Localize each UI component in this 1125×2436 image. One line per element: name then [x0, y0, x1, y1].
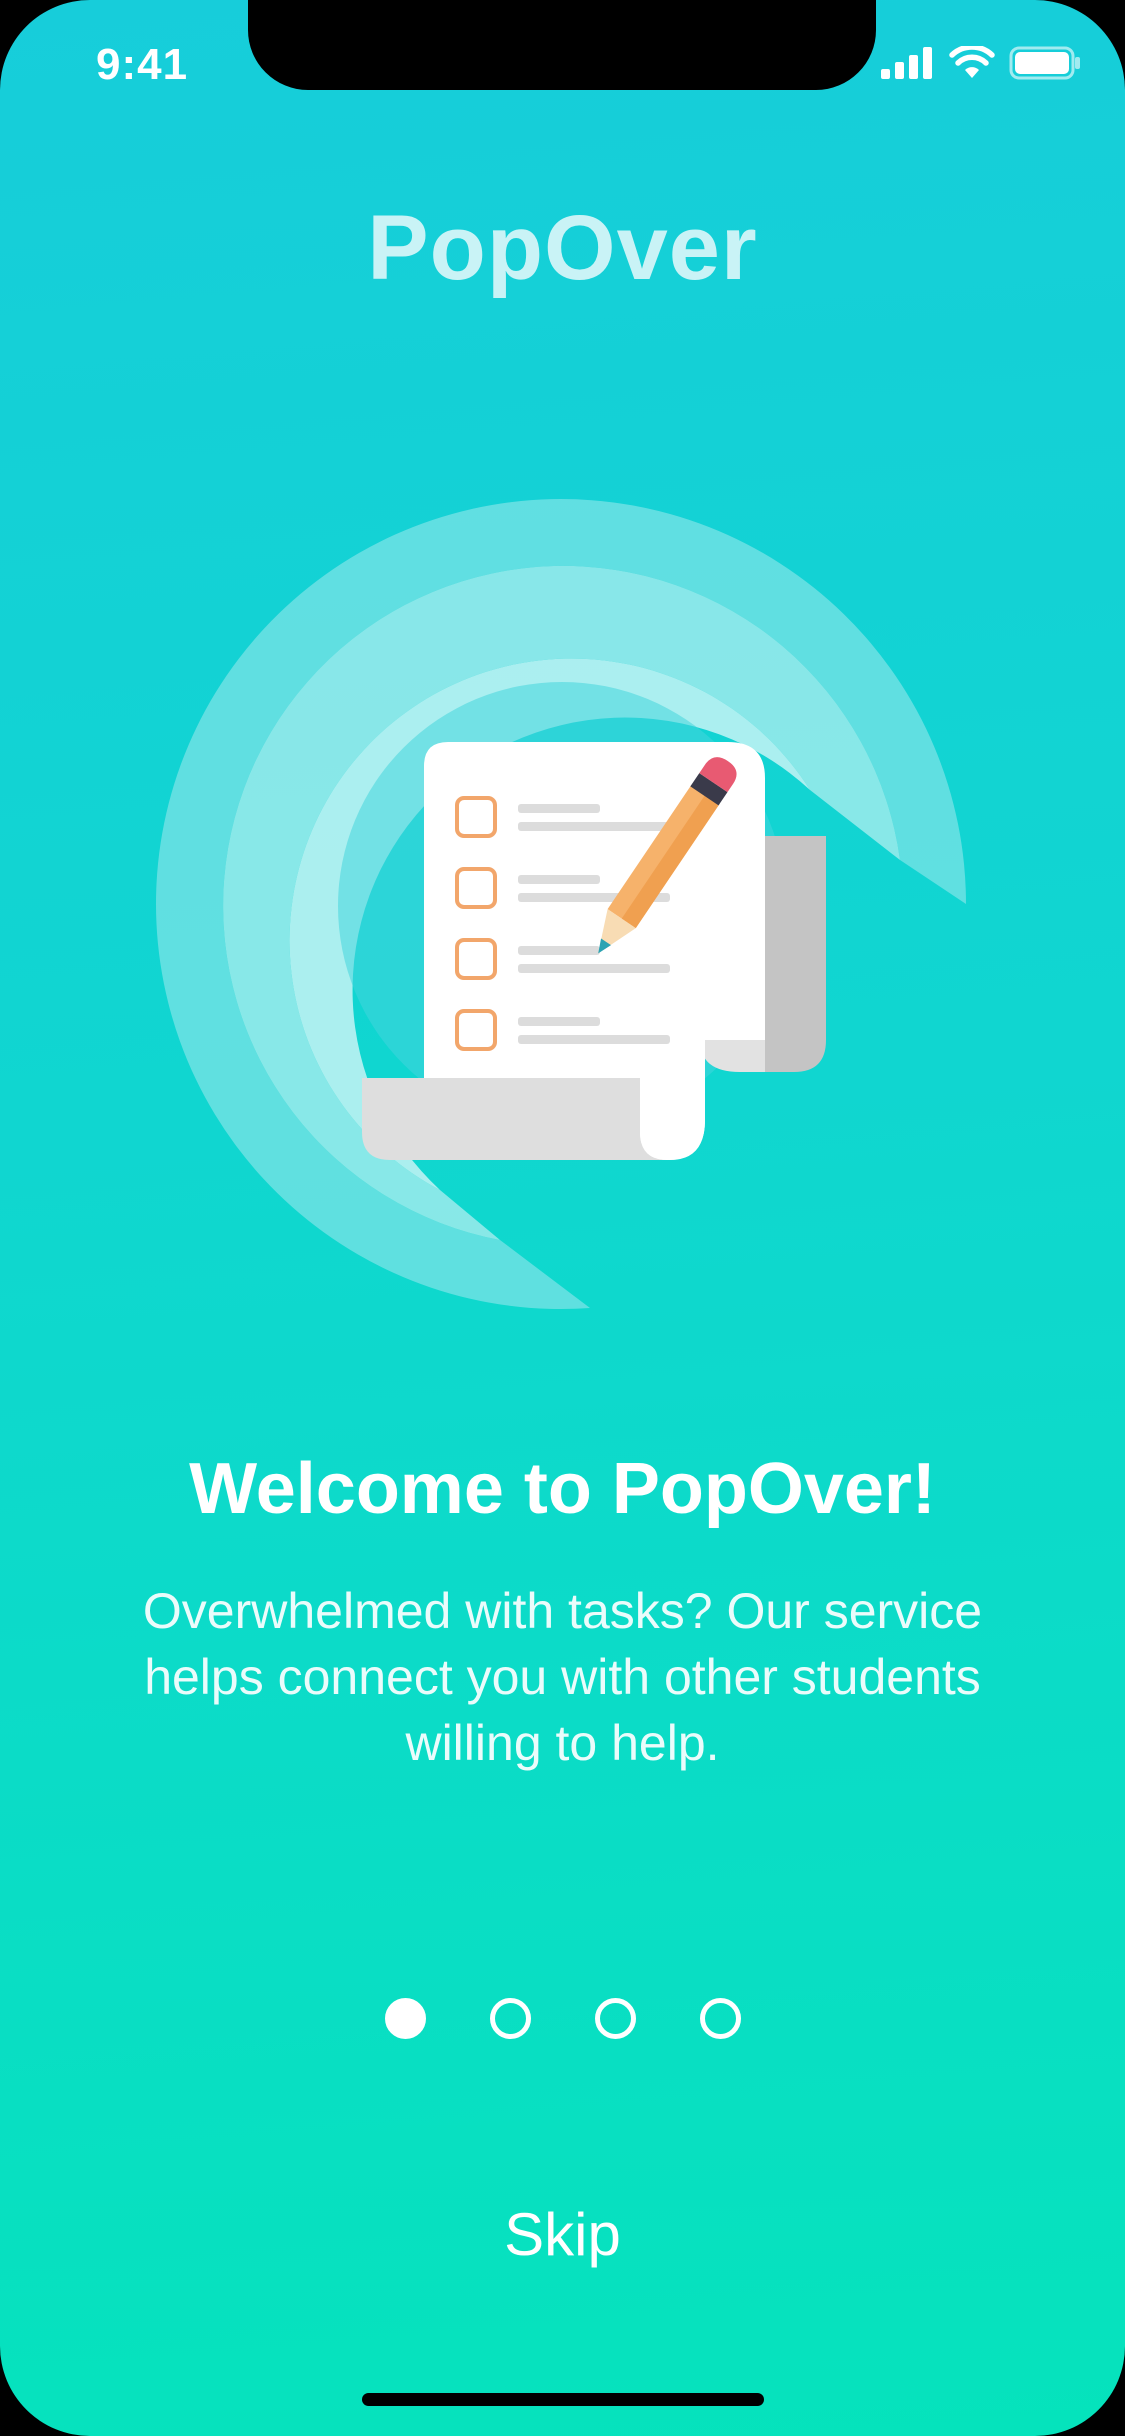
page-dot-1[interactable] — [384, 1998, 426, 2039]
page-indicator — [0, 1998, 1125, 2039]
device-notch — [248, 0, 876, 90]
task-checklist-illustration — [156, 499, 967, 1310]
app-title: PopOver — [367, 197, 758, 299]
onboarding-description: Overwhelmed with tasks? Our service help… — [142, 1583, 983, 1771]
status-icons — [881, 46, 1081, 80]
battery-icon — [1009, 46, 1080, 80]
page-dot-3[interactable] — [594, 1998, 636, 2039]
cellular-signal-icon — [881, 47, 932, 79]
wifi-icon — [949, 46, 995, 78]
status-time: 9:41 — [96, 40, 189, 89]
page-dot-4[interactable] — [699, 1998, 741, 2039]
home-indicator — [362, 2393, 764, 2406]
page-dot-2[interactable] — [489, 1998, 531, 2039]
welcome-heading: Welcome to PopOver! — [189, 1449, 936, 1529]
skip-button[interactable]: Skip — [0, 2200, 1125, 2269]
onboarding-screen: 9:41 PopOver Welcome to PopOver! Overwhe… — [0, 0, 1125, 2436]
